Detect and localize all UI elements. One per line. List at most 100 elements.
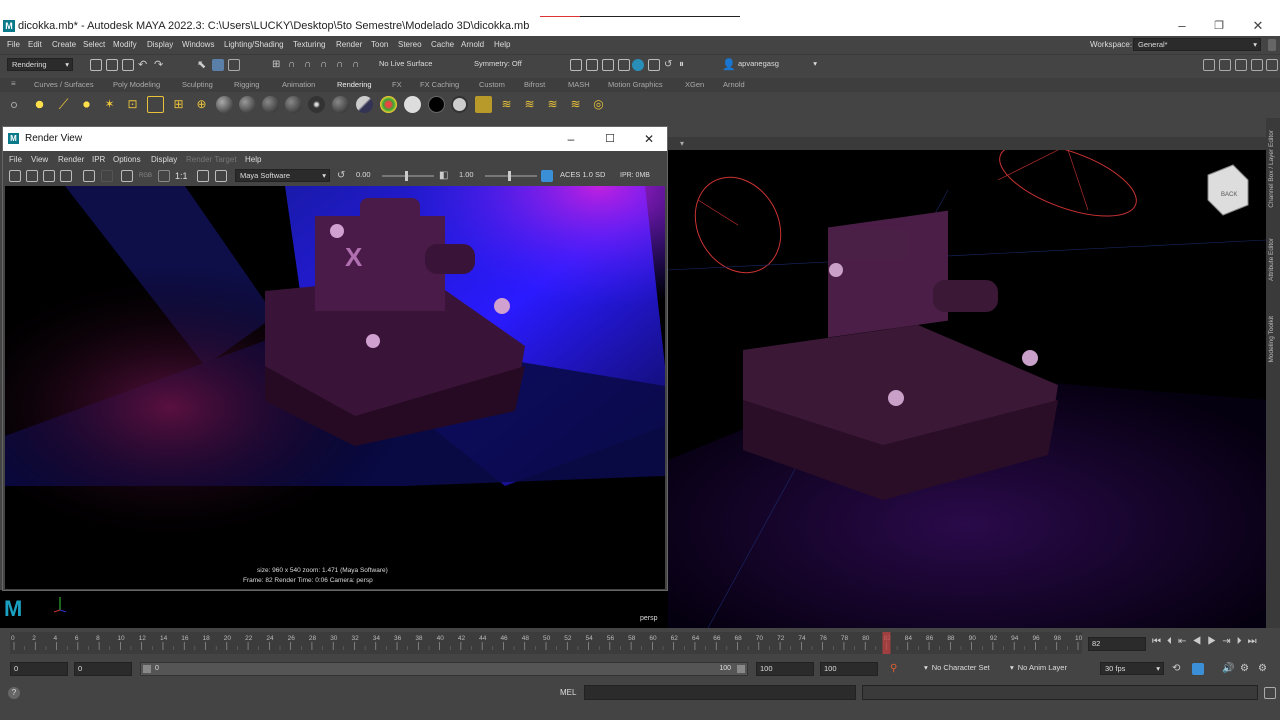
close-button[interactable]: ✕: [1248, 17, 1268, 35]
menu-file[interactable]: File: [7, 40, 20, 49]
anim-layer-dropdown[interactable]: ▾ No Anim Layer: [1006, 662, 1088, 675]
snap-curve-icon[interactable]: ∩: [288, 59, 300, 71]
pause-icon[interactable]: ⏸: [679, 59, 691, 71]
arnold-render-icon[interactable]: ↺: [664, 59, 676, 71]
gamma-slider[interactable]: [485, 171, 537, 181]
menu-lighting-shading[interactable]: Lighting/Shading: [224, 40, 284, 49]
snapshot-icon[interactable]: [43, 170, 55, 182]
restore-button[interactable]: ❐: [1209, 17, 1229, 35]
render-target-icon[interactable]: ◎: [590, 96, 607, 113]
character-controls-icon[interactable]: [1219, 59, 1231, 71]
grey-sphere-icon[interactable]: [451, 96, 468, 113]
redo-render-icon[interactable]: [9, 170, 21, 182]
rv-menu-render[interactable]: Render: [58, 155, 84, 164]
menu-select[interactable]: Select: [83, 40, 105, 49]
camera-aim-icon[interactable]: ⊞: [170, 96, 187, 113]
ipr-render-icon[interactable]: [60, 170, 72, 182]
character-set-dropdown[interactable]: ▾ No Character Set: [920, 662, 1000, 675]
rv-menu-help[interactable]: Help: [245, 155, 261, 164]
tab-xgen[interactable]: XGen: [685, 80, 704, 89]
snap-view-plane-icon[interactable]: ∩: [320, 59, 332, 71]
script-editor-icon[interactable]: [1264, 687, 1276, 699]
scene-start-field[interactable]: 0: [10, 662, 68, 676]
snap-surface-icon[interactable]: ∩: [336, 59, 348, 71]
range-start-handle[interactable]: [143, 665, 151, 673]
menu-texturing[interactable]: Texturing: [293, 40, 325, 49]
batch-render-icon[interactable]: ≋: [498, 96, 515, 113]
render-image[interactable]: X size: 960 x 540 zoom: 1.471 (Maya Soft…: [5, 186, 665, 589]
blinn-sphere-icon[interactable]: [239, 96, 256, 113]
menu-cache[interactable]: Cache: [431, 40, 454, 49]
exposure-slider[interactable]: [382, 171, 434, 181]
scene-end-field[interactable]: 100: [820, 662, 878, 676]
layered-shader-icon[interactable]: [332, 96, 349, 113]
play-forwards-icon[interactable]: ▶: [1207, 636, 1222, 647]
render-view-title-bar[interactable]: M Render View – ☐ ✕: [3, 127, 667, 151]
menu-toon[interactable]: Toon: [371, 40, 388, 49]
menu-edit[interactable]: Edit: [28, 40, 42, 49]
exposure-slider-handle[interactable]: [405, 171, 408, 181]
exposure-field[interactable]: 0.00: [352, 169, 382, 182]
tab-rendering[interactable]: Rendering: [337, 80, 372, 89]
go-to-end-icon[interactable]: ⏭: [1248, 636, 1263, 647]
step-forward-key-icon[interactable]: ⏵: [1237, 636, 1248, 647]
symmetry-dropdown[interactable]: Symmetry: Off: [470, 58, 550, 71]
snap-point-icon[interactable]: ∩: [304, 59, 316, 71]
tab-bifrost[interactable]: Bifrost: [524, 80, 545, 89]
real-size-button[interactable]: 1:1: [175, 171, 188, 181]
tab-sculpting[interactable]: Sculpting: [182, 80, 213, 89]
tab-fx[interactable]: FX: [392, 80, 402, 89]
layer-icon[interactable]: [215, 170, 227, 182]
command-input[interactable]: [584, 685, 856, 700]
color-management-toggle-icon[interactable]: [541, 170, 553, 182]
area-light-icon[interactable]: ⊡: [124, 96, 141, 113]
ambient-light-icon[interactable]: [31, 96, 48, 113]
rv-menu-view[interactable]: View: [31, 155, 48, 164]
volume-light-icon[interactable]: [147, 96, 164, 113]
display-settings-icon[interactable]: [197, 170, 209, 182]
tab-animation[interactable]: Animation: [282, 80, 315, 89]
save-scene-icon[interactable]: [122, 59, 134, 71]
workspace-dropdown[interactable]: General* ▾: [1133, 38, 1261, 51]
tab-custom[interactable]: Custom: [479, 80, 505, 89]
rv-menu-ipr[interactable]: IPR: [92, 155, 105, 164]
camera-icon[interactable]: ⊕: [193, 96, 210, 113]
menu-arnold[interactable]: Arnold: [461, 40, 484, 49]
tab-modeling-toolkit[interactable]: Modeling Toolkit: [1268, 316, 1275, 363]
light-editor-icon[interactable]: ≋: [567, 96, 584, 113]
ramp-shader-icon[interactable]: [356, 96, 373, 113]
playback-end-field[interactable]: 100: [756, 662, 814, 676]
open-scene-icon[interactable]: [106, 59, 118, 71]
tab-mash[interactable]: MASH: [568, 80, 590, 89]
menu-collapse-icon[interactable]: [1268, 39, 1276, 51]
step-back-frame-icon[interactable]: ⇤: [1178, 636, 1192, 647]
menu-render[interactable]: Render: [336, 40, 362, 49]
fps-dropdown[interactable]: 30 fps ▾: [1100, 662, 1164, 675]
rv-menu-file[interactable]: File: [9, 155, 22, 164]
tank-model[interactable]: [743, 210, 1058, 500]
tab-rigging[interactable]: Rigging: [234, 80, 259, 89]
renderer-dropdown[interactable]: Maya Software ▾: [235, 169, 330, 182]
tab-motion-graphics[interactable]: Motion Graphics: [608, 80, 663, 89]
menu-create[interactable]: Create: [52, 40, 76, 49]
undo-icon[interactable]: ↶: [138, 59, 150, 71]
colorspace-label[interactable]: ACES 1.0 SD: [556, 169, 605, 182]
snap-grid-icon[interactable]: ⊞: [272, 59, 284, 71]
exposure-icon[interactable]: ↺: [337, 170, 349, 182]
render-view-maximize-button[interactable]: ☐: [600, 130, 620, 148]
help-icon[interactable]: ?: [8, 687, 20, 699]
perspective-viewport[interactable]: BACK: [668, 150, 1266, 628]
shelf-menu-icon[interactable]: ≡: [11, 80, 20, 89]
select-by-object-icon[interactable]: [212, 59, 224, 71]
live-surface-field[interactable]: No Live Surface: [375, 58, 453, 71]
step-back-key-icon[interactable]: ⏴: [1167, 636, 1178, 647]
view-cube[interactable]: BACK: [1207, 164, 1249, 216]
spot-light-icon[interactable]: ✶: [101, 96, 118, 113]
range-end-handle[interactable]: [737, 665, 745, 673]
render-sphere-icon[interactable]: [632, 59, 644, 71]
auto-key-icon[interactable]: ⚲: [890, 663, 902, 675]
select-by-component-icon[interactable]: [228, 59, 240, 71]
modeling-toolkit-icon[interactable]: [1203, 59, 1215, 71]
minimize-button[interactable]: –: [1172, 17, 1192, 35]
rgb-channel-icon[interactable]: RGB: [139, 170, 152, 182]
